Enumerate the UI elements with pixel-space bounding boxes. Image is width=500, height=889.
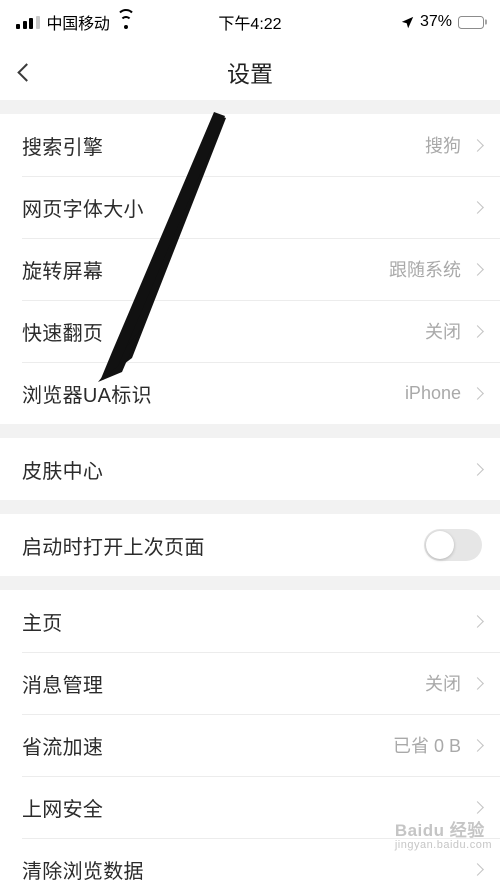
row-data-saver[interactable]: 省流加速 已省 0 B [0,714,500,776]
row-right [461,462,484,476]
row-value: 已省 0 B [392,736,461,756]
section-gap [0,100,500,114]
row-label: 快速翻页 [22,322,104,345]
section-gap [0,424,500,438]
chevron-right-icon [471,262,484,276]
row-right [461,800,484,814]
row-rotate-screen[interactable]: 旋转屏幕 跟随系统 [0,238,500,300]
chevron-right-icon [471,614,484,628]
chevron-right-icon [471,738,484,752]
chevron-right-icon [471,676,484,690]
battery-icon [458,15,484,29]
chevron-right-icon [471,862,484,876]
row-label: 搜索引擎 [22,136,104,159]
row-label: 启动时打开上次页面 [22,536,205,559]
row-label: 消息管理 [22,674,104,697]
row-homepage[interactable]: 主页 [0,590,500,652]
chevron-right-icon [471,800,484,814]
chevron-right-icon [471,462,484,476]
location-arrow-icon [401,16,414,28]
row-value: 关闭 [425,674,461,694]
row-label: 浏览器UA标识 [22,384,152,407]
row-web-security[interactable]: 上网安全 [0,776,500,838]
nav-bar: 设置 [0,44,500,100]
row-label: 清除浏览数据 [22,860,144,883]
row-value: 搜狗 [425,136,461,156]
page-title: 设置 [227,61,273,87]
chevron-right-icon [471,200,484,214]
row-right [461,200,484,214]
row-clear-browsing-data[interactable]: 清除浏览数据 [0,838,500,889]
row-value: 跟随系统 [389,260,461,280]
row-browser-ua[interactable]: 浏览器UA标识 iPhone [0,362,500,424]
row-value: iPhone [404,382,461,403]
battery-percent-label: 37% [419,13,452,30]
row-message-management[interactable]: 消息管理 关闭 [0,652,500,714]
row-value: 关闭 [425,322,461,342]
settings-group-1: 搜索引擎 搜狗 网页字体大小 旋转屏幕 跟随系统 快速翻页 关闭 浏览器UA标识… [0,114,500,424]
row-quick-page-turn[interactable]: 快速翻页 关闭 [0,300,500,362]
carrier-label: 中国移动 [46,16,110,33]
settings-group-2: 皮肤中心 [0,438,500,500]
row-right: 已省 0 B [392,732,484,758]
phone-screen: 中国移动 下午4:22 37% 设置 搜索引擎 搜狗 网页字体大小 旋转屏幕 跟… [0,0,500,889]
row-right [461,862,484,876]
row-label: 上网安全 [22,798,104,821]
row-search-engine[interactable]: 搜索引擎 搜狗 [0,114,500,176]
row-right: iPhone [404,382,484,404]
row-right [461,614,484,628]
status-bar-left: 中国移动 [16,9,136,34]
row-label: 皮肤中心 [22,460,104,483]
chevron-right-icon [471,324,484,338]
row-right: 关闭 [425,318,484,344]
row-label: 网页字体大小 [22,198,144,221]
status-bar-right: 37% [401,13,484,31]
toggle-knob [426,531,454,559]
row-right: 搜狗 [425,132,484,158]
row-right: 跟随系统 [389,256,484,282]
section-gap [0,500,500,514]
row-font-size[interactable]: 网页字体大小 [0,176,500,238]
section-gap [0,576,500,590]
row-skin-center[interactable]: 皮肤中心 [0,438,500,500]
settings-group-4: 主页 消息管理 关闭 省流加速 已省 0 B 上网安全 清除浏览数据 [0,590,500,889]
row-open-last-page-on-launch[interactable]: 启动时打开上次页面 [0,514,500,576]
open-last-page-toggle[interactable] [424,529,482,561]
row-label: 省流加速 [22,736,104,759]
back-button[interactable] [16,54,52,90]
row-right: 关闭 [425,670,484,696]
row-label: 旋转屏幕 [22,260,104,283]
status-bar: 中国移动 下午4:22 37% [0,0,500,44]
wifi-icon [116,9,136,29]
chevron-right-icon [471,386,484,400]
row-right [424,529,482,561]
chevron-right-icon [471,138,484,152]
signal-bars-icon [16,15,40,29]
row-label: 主页 [22,612,63,635]
settings-group-3: 启动时打开上次页面 [0,514,500,576]
chevron-left-icon [17,62,36,82]
